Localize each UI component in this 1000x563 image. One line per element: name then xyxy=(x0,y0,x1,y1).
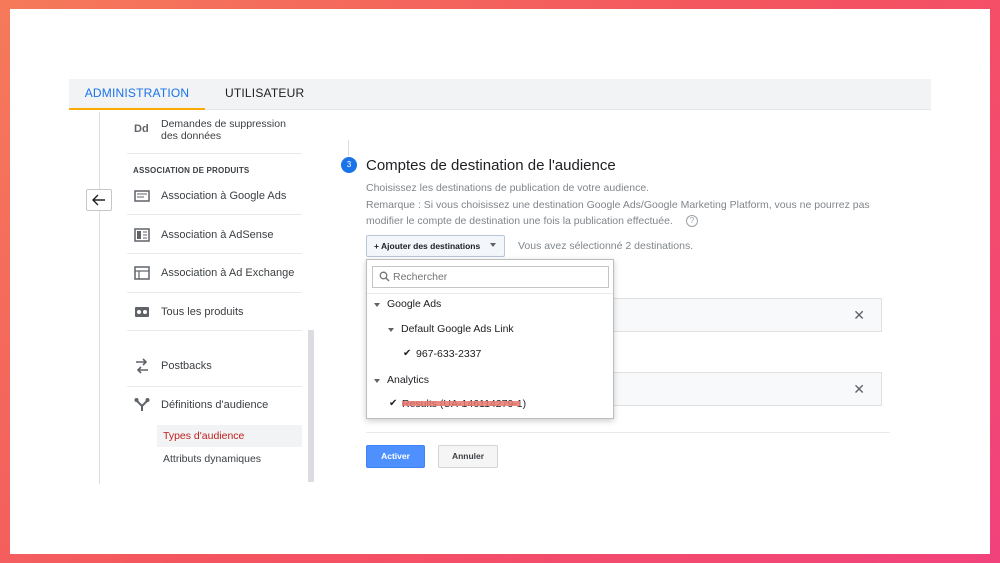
cancel-button[interactable]: Annuler xyxy=(438,445,498,468)
step-note-continued: modifier le compte de destination une fo… xyxy=(366,215,673,227)
products-icon xyxy=(135,307,149,317)
tab-utilisateur[interactable]: UTILISATEUR xyxy=(225,79,304,110)
caret-down-icon[interactable] xyxy=(374,379,380,383)
tree-group-google-ads[interactable]: Google Ads xyxy=(387,298,441,310)
nav-divider xyxy=(127,386,302,387)
nav-item-label: Demandes de suppression des données xyxy=(161,118,286,142)
adsense-icon xyxy=(134,228,150,242)
tree-item-ads-account[interactable]: 967-633-2337 xyxy=(416,348,481,360)
step-title: Comptes de destination de l'audience xyxy=(366,157,616,174)
destinations-dropdown: Google Ads Default Google Ads Link ✔ 967… xyxy=(366,259,614,419)
activate-button[interactable]: Activer xyxy=(366,445,425,468)
nav-vertical-line xyxy=(99,112,100,484)
section-divider xyxy=(366,432,890,433)
destination-row-analytics: ✕ xyxy=(585,372,882,406)
nav-item-google-ads-link[interactable]: Association à Google Ads xyxy=(127,188,302,206)
help-icon[interactable]: ? xyxy=(686,215,698,227)
nav-divider xyxy=(127,330,302,331)
nav-item-data-deletion[interactable]: Dd Demandes de suppression des données xyxy=(127,118,302,152)
tree-subgroup-default-link[interactable]: Default Google Ads Link xyxy=(401,323,514,335)
close-icon[interactable]: ✕ xyxy=(853,307,865,324)
destination-row-google-ads: ✕ xyxy=(585,298,882,332)
search-box xyxy=(372,266,609,288)
caret-down-icon[interactable] xyxy=(374,303,380,307)
nav-section-title: ASSOCIATION DE PRODUITS xyxy=(133,166,250,175)
nav-divider xyxy=(127,253,302,254)
nav-subitem-types-audience[interactable]: Types d'audience xyxy=(157,425,302,447)
search-icon xyxy=(379,271,390,282)
admin-tab-bar: ADMINISTRATION UTILISATEUR xyxy=(69,79,931,110)
nav-item-label: Définitions d'audience xyxy=(161,399,269,411)
step-description: Choisissez les destinations de publicati… xyxy=(366,182,650,194)
nav-item-ad-exchange-link[interactable]: Association à Ad Exchange xyxy=(127,265,302,283)
back-button[interactable] xyxy=(86,189,112,211)
nav-item-postbacks[interactable]: Postbacks xyxy=(127,358,302,376)
dropdown-divider xyxy=(367,293,613,294)
checkmark-icon[interactable]: ✔ xyxy=(389,398,397,409)
nav-item-label-line2: des données xyxy=(161,130,222,142)
chevron-down-icon xyxy=(490,243,496,247)
nav-item-label: Association à Google Ads xyxy=(161,190,287,202)
nav-item-label: Postbacks xyxy=(161,360,212,372)
close-icon[interactable]: ✕ xyxy=(853,381,865,398)
selected-destinations-count: Vous avez sélectionné 2 destinations. xyxy=(518,240,694,252)
nav-item-label: Association à Ad Exchange xyxy=(161,267,295,279)
nav-item-label-line1: Demandes de suppression xyxy=(161,118,286,130)
step-connector-line xyxy=(348,140,349,156)
redaction-mark xyxy=(402,401,520,406)
tree-group-analytics[interactable]: Analytics xyxy=(387,374,429,386)
add-destinations-button[interactable]: + Ajouter des destinations xyxy=(366,235,505,257)
nav-divider xyxy=(127,214,302,215)
postbacks-icon xyxy=(136,358,148,374)
ad-exchange-icon xyxy=(134,266,150,280)
step-note: Remarque : Si vous choisissez une destin… xyxy=(366,199,870,211)
nav-item-all-products[interactable]: Tous les produits xyxy=(127,304,302,322)
data-deletion-icon: Dd xyxy=(134,123,149,135)
nav-divider xyxy=(127,153,302,154)
step-number-badge: 3 xyxy=(341,157,357,173)
nav-subitem-attributs-dynamiques[interactable]: Attributs dynamiques xyxy=(163,453,261,465)
tab-administration[interactable]: ADMINISTRATION xyxy=(69,79,205,110)
google-ads-icon xyxy=(134,190,150,202)
arrow-left-icon xyxy=(92,194,105,206)
nav-item-label: Association à AdSense xyxy=(161,229,274,241)
audience-definitions-icon xyxy=(134,398,150,411)
nav-item-label: Tous les produits xyxy=(161,306,244,318)
nav-item-audience-definitions[interactable]: Définitions d'audience xyxy=(127,397,302,415)
caret-down-icon[interactable] xyxy=(388,328,394,332)
nav-divider xyxy=(127,292,302,293)
checkmark-icon[interactable]: ✔ xyxy=(403,348,411,359)
nav-scrollbar[interactable] xyxy=(308,330,314,482)
search-input[interactable] xyxy=(393,269,603,285)
nav-item-adsense-link[interactable]: Association à AdSense xyxy=(127,227,302,245)
